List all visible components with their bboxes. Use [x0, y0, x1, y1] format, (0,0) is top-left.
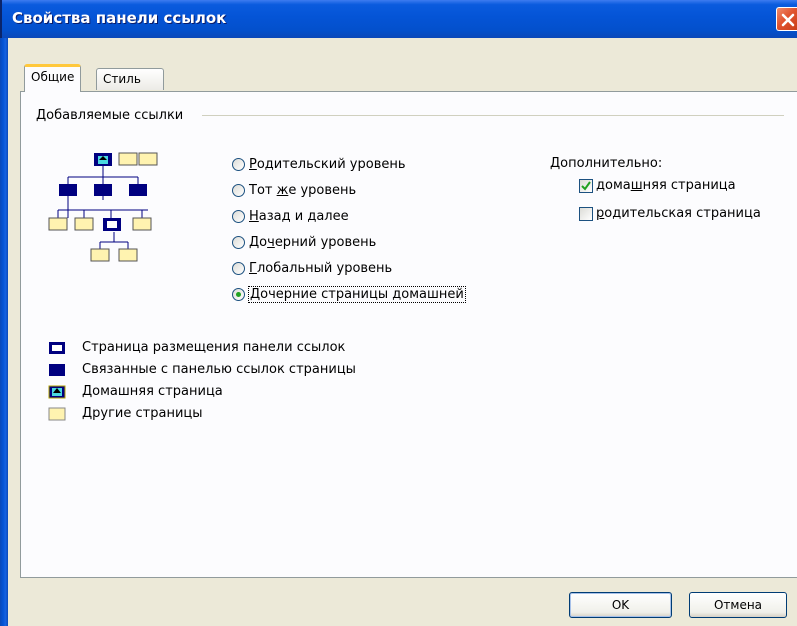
close-icon [781, 13, 795, 27]
current-page-icon [49, 341, 65, 354]
tab-style-label: Стиль [103, 72, 141, 86]
radio-label: Назад и далее [249, 208, 349, 224]
radio-global-level[interactable]: Глобальный уровень [232, 258, 392, 278]
radio-label: Дочерние страницы домашней [248, 285, 466, 303]
legend-item-current-page: Страница размещения панели ссылок [48, 340, 345, 355]
cancel-button[interactable]: Отмена [689, 592, 787, 618]
radio-button[interactable] [232, 157, 245, 171]
legend-item-other-pages: Другие страницы [48, 406, 203, 421]
group-divider [202, 115, 784, 116]
radio-button[interactable] [232, 209, 245, 223]
radio-label: Тот же уровень [249, 182, 357, 198]
check-mark-icon [581, 180, 591, 191]
radio-button[interactable] [232, 235, 245, 249]
radio-button[interactable] [232, 183, 245, 197]
radio-child-level[interactable]: Дочерний уровень [232, 232, 376, 252]
window-frame-left [0, 38, 8, 626]
checkbox[interactable] [579, 178, 593, 193]
radio-button[interactable] [232, 261, 245, 275]
legend-item-linked-pages: Связанные с панелью ссылок страницы [48, 362, 356, 377]
title-bar[interactable]: Свойства панели ссылок [0, 0, 797, 38]
legend-label: Страница размещения панели ссылок [82, 340, 346, 355]
radio-back-and-next[interactable]: Назад и далее [232, 206, 349, 226]
radio-button-selected[interactable] [232, 287, 245, 301]
radio-child-pages-under-home[interactable]: Дочерние страницы домашней [232, 284, 466, 304]
home-page-icon [48, 385, 66, 398]
ok-button[interactable]: OK [569, 592, 672, 618]
group-label: Добавляемые ссылки [36, 108, 184, 123]
tab-general-label: Общие [31, 70, 75, 84]
navigation-structure-diagram-icon [48, 152, 158, 262]
legend-label: Связанные с панелью ссылок страницы [82, 362, 356, 377]
window-title: Свойства панели ссылок [12, 9, 227, 27]
tab-style[interactable]: Стиль [96, 68, 164, 90]
other-page-icon [48, 407, 66, 420]
legend-item-home-page: Домашняя страница [48, 384, 223, 399]
radio-label: Глобальный уровень [249, 260, 393, 276]
radio-same-level[interactable]: Тот же уровень [232, 180, 356, 200]
checkbox-parent-page[interactable]: родительская страница [579, 206, 761, 221]
legend-label: Другие страницы [82, 406, 203, 421]
radio-label: Родительский уровень [249, 156, 406, 172]
linked-page-icon [49, 363, 65, 376]
checkbox-home-page[interactable]: домашняя страница [579, 178, 736, 193]
legend-label: Домашняя страница [82, 384, 223, 399]
checkbox-label: родительская страница [596, 206, 761, 221]
tab-general[interactable]: Общие [24, 64, 82, 92]
checkbox[interactable] [579, 206, 593, 221]
additional-label: Дополнительно: [550, 156, 663, 171]
radio-parent-level[interactable]: Родительский уровень [232, 154, 406, 174]
checkbox-label: домашняя страница [596, 178, 736, 193]
close-button[interactable] [776, 7, 797, 31]
radio-label: Дочерний уровень [249, 234, 377, 250]
